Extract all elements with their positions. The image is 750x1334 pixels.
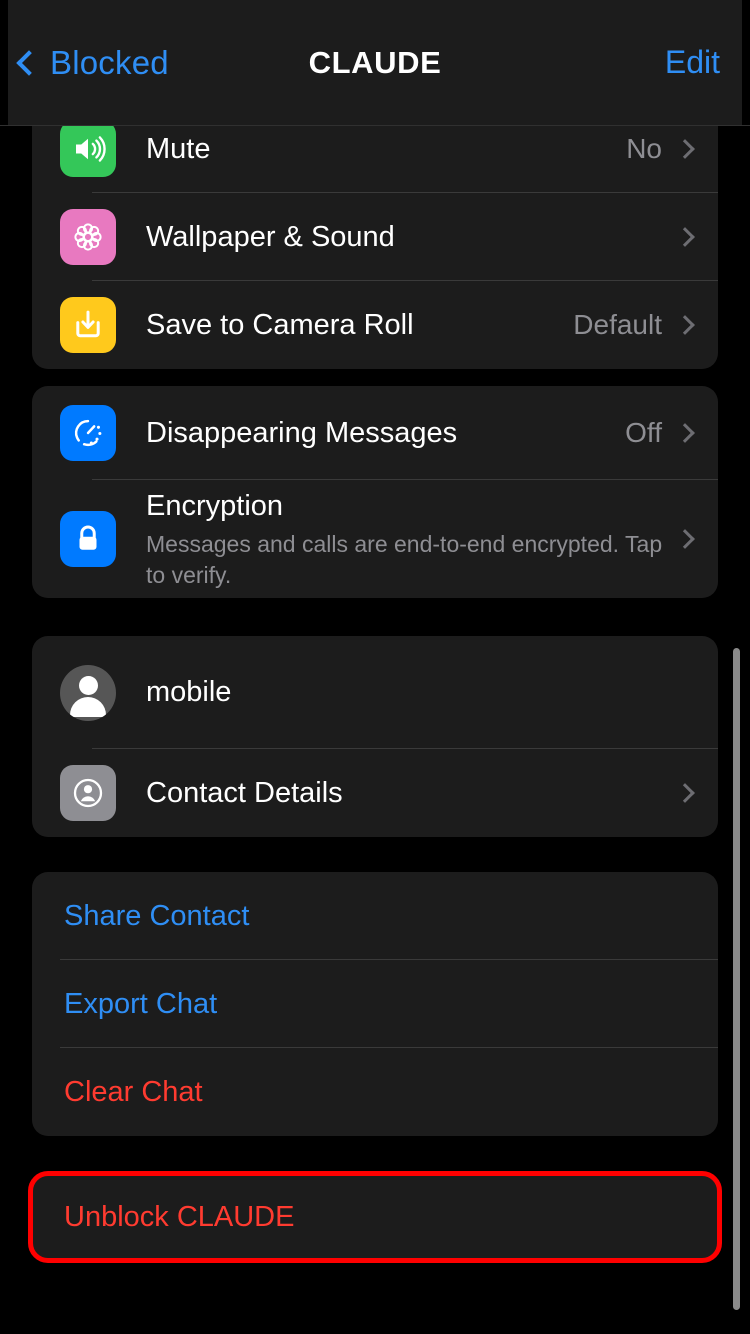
avatar-icon — [60, 664, 116, 721]
export-chat-button[interactable]: Export Chat — [32, 960, 718, 1048]
row-value: Off — [625, 417, 662, 448]
avatar-head — [78, 675, 98, 695]
encryption-text-column: Encryption Messages and calls are end-to… — [146, 488, 678, 590]
settings-group-actions: Share Contact Export Chat Clear Chat — [32, 872, 718, 1136]
row-label: mobile — [146, 676, 232, 709]
settings-group-contact: mobile Contact Details — [32, 636, 718, 837]
row-value: No — [626, 133, 662, 164]
download-tray-icon — [60, 297, 116, 353]
row-label: Mute — [146, 132, 211, 165]
link-label: Unblock CLAUDE — [64, 1200, 295, 1233]
settings-group-privacy: Disappearing Messages Off Encryption Mes… — [32, 386, 718, 598]
link-label: Clear Chat — [64, 1075, 203, 1108]
speaker-mute-icon — [60, 121, 116, 177]
edit-button[interactable]: Edit — [665, 44, 720, 81]
row-label: Save to Camera Roll — [146, 308, 414, 341]
share-contact-button[interactable]: Share Contact — [32, 872, 718, 960]
row-disappearing-messages[interactable]: Disappearing Messages Off — [32, 386, 718, 480]
navigation-bar: Blocked CLAUDE Edit — [0, 0, 750, 126]
chevron-right-icon — [675, 529, 695, 549]
timer-icon — [60, 405, 116, 461]
row-encryption[interactable]: Encryption Messages and calls are end-to… — [32, 480, 718, 598]
flower-wallpaper-icon — [60, 209, 116, 265]
row-value: Default — [573, 309, 662, 340]
row-mobile-number[interactable]: mobile — [32, 636, 718, 749]
chevron-right-icon — [675, 227, 695, 247]
link-label: Share Contact — [64, 899, 250, 932]
page-title: CLAUDE — [308, 44, 442, 80]
unblock-contact-button[interactable]: Unblock CLAUDE — [32, 1175, 718, 1259]
row-label: Contact Details — [146, 776, 343, 809]
settings-group-unblock: Unblock CLAUDE — [32, 1175, 718, 1259]
row-wallpaper-and-sound[interactable]: Wallpaper & Sound — [32, 193, 718, 281]
row-save-to-camera-roll[interactable]: Save to Camera Roll Default — [32, 281, 718, 369]
chevron-right-icon — [675, 783, 695, 803]
vertical-scrollbar[interactable] — [733, 648, 740, 1310]
row-label: Encryption — [146, 490, 284, 523]
chevron-right-icon — [675, 315, 695, 335]
row-label: Disappearing Messages — [146, 416, 458, 449]
settings-scroll-area[interactable]: Mute No Wallpaper & Sound Save to Camera… — [0, 0, 750, 1334]
chevron-right-icon — [675, 423, 695, 443]
row-label: Wallpaper & Sound — [146, 220, 395, 253]
row-contact-details[interactable]: Contact Details — [32, 749, 718, 837]
avatar-body — [70, 696, 106, 717]
chevron-right-icon — [675, 139, 695, 159]
phone-screen: Mute No Wallpaper & Sound Save to Camera… — [0, 0, 750, 1334]
row-subtitle: Messages and calls are end-to-end encryp… — [146, 531, 663, 588]
link-label: Export Chat — [64, 987, 218, 1020]
lock-icon — [60, 511, 116, 567]
settings-group-general: Mute No Wallpaper & Sound Save to Camera… — [32, 105, 718, 369]
clear-chat-button[interactable]: Clear Chat — [32, 1048, 718, 1136]
contact-card-icon — [60, 765, 116, 821]
